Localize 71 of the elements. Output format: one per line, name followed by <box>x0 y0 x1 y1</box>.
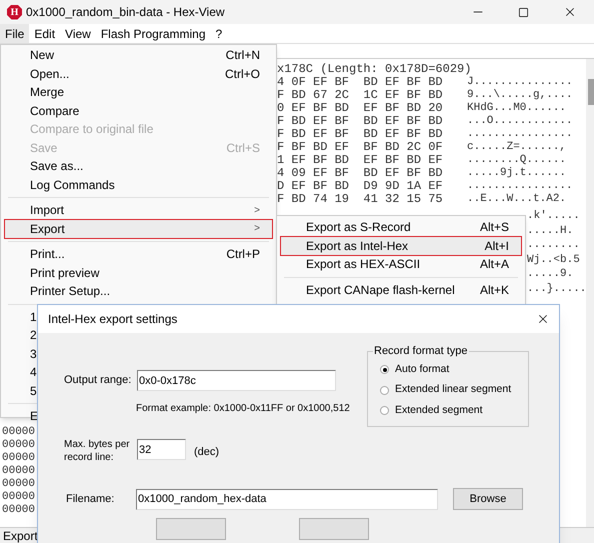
ascii-text: KHdG...M0...... <box>467 102 566 115</box>
hex-text: 00000 <box>2 465 36 478</box>
hex-bytes: F BD EF BF BD EF BF BD <box>277 115 444 128</box>
menu-item[interactable]: Print... Ctrl+P <box>5 245 272 264</box>
menu-bar-item[interactable]: ? <box>210 24 228 43</box>
hex-text: 00000 <box>2 504 36 517</box>
menu-item[interactable]: Export > <box>5 220 272 238</box>
menu-item[interactable]: Log Commands <box>5 176 272 194</box>
ascii-text: ................ <box>467 128 573 141</box>
ascii-text: ........ <box>527 238 580 252</box>
menu-bar-item[interactable]: View <box>60 24 96 43</box>
ascii-text: J............... <box>467 76 573 89</box>
ascii-text: ........Q...... <box>467 154 566 167</box>
ascii-text: Wj..<b.5 <box>527 252 580 267</box>
menu-item[interactable]: Save as... <box>5 157 272 176</box>
menu-item[interactable]: Compare <box>5 102 272 120</box>
menu-bar-item[interactable]: Flash Programming <box>96 24 211 43</box>
hex-bytes: D EF BF BD D9 9D 1A EF <box>277 180 444 193</box>
hex-header: x178C (Length: 0x178D=6029) <box>277 62 472 76</box>
app-logo-icon: H <box>7 4 22 20</box>
hex-text: 00000 <box>2 491 36 504</box>
hex-bytes: 0 EF BF BD EF BF BD 20 <box>277 102 444 115</box>
menu-item[interactable]: Export as Intel-Hex Alt+I <box>281 236 521 255</box>
group-title: Record format type <box>373 345 469 358</box>
ascii-text: 9...\.....g,.... <box>467 89 573 102</box>
ascii-text: .k'..... <box>527 209 580 224</box>
ascii-text: ...O............ <box>467 115 573 128</box>
status-text: Export <box>3 528 38 543</box>
hex-bytes: F BF BD EF BF BD 2C 0F <box>277 141 444 154</box>
ascii-text: .....H. <box>527 224 574 238</box>
menu-bar-item[interactable]: Edit <box>29 24 60 43</box>
hex-bytes: 4 0F EF BF BD EF BF BD <box>277 76 444 89</box>
unit-label: (dec) <box>194 445 220 460</box>
filename-field[interactable]: 0x1000_random_hex-data <box>136 488 438 510</box>
ascii-text: .....9j.t...... <box>467 167 566 180</box>
menu-item[interactable]: Printer Setup... <box>5 282 272 300</box>
output-range-field[interactable]: 0x0-0x178c <box>137 370 336 391</box>
menu-item[interactable]: New Ctrl+N <box>5 46 272 64</box>
hex-text: 00000 <box>2 439 36 452</box>
ascii-text: ................ <box>467 180 573 193</box>
hex-text: 00000 <box>2 426 36 439</box>
hex-text: 00000 <box>2 452 36 465</box>
ascii-text: ...}..... <box>527 282 586 296</box>
radio-option[interactable]: Extended segment <box>380 404 528 418</box>
ascii-text: .....9. <box>527 267 574 282</box>
ascii-text: c.....Z=......, <box>467 141 566 154</box>
menu-item[interactable]: Import > <box>5 201 272 220</box>
menu-item[interactable]: Open... Ctrl+O <box>5 64 272 83</box>
hex-text: 00000 <box>2 478 36 491</box>
menu-item[interactable]: Merge <box>5 83 272 102</box>
radio-option[interactable]: Auto format <box>380 363 528 376</box>
hex-bytes: 4 09 EF BF BD EF BF BD <box>277 167 444 180</box>
max-bytes-field[interactable]: 32 <box>137 439 186 460</box>
hex-bytes: F BD 67 2C 1C EF BF BD <box>277 89 444 102</box>
window-title: 0x1000_random_bin-data - Hex-View <box>26 4 225 21</box>
hex-bytes: F BD 74 19 41 32 15 75 <box>277 193 444 206</box>
menu-bar-item[interactable]: File <box>0 24 30 43</box>
menu-item[interactable]: Export as HEX-ASCII Alt+A <box>281 255 521 274</box>
field-label: Output range: <box>64 373 132 388</box>
browse-button[interactable]: Browse <box>453 488 523 510</box>
hex-bytes: 1 EF BF BD EF BF BD EF <box>277 154 444 167</box>
menu-item[interactable]: Print preview <box>5 264 272 282</box>
field-label: Max. bytes per record line: <box>64 438 131 464</box>
menu-item[interactable]: Export CANape flash-kernel Alt+K <box>281 280 521 299</box>
format-example: Format example: 0x1000-0x11FF or 0x1000,512 <box>136 402 350 416</box>
ascii-text: ..E...W...t.A2. <box>467 193 566 206</box>
radio-option[interactable]: Extended linear segment <box>380 384 528 397</box>
hex-bytes: F BD EF BF BD EF BF BD <box>277 128 444 141</box>
field-label: Filename: <box>66 492 116 507</box>
menu-item[interactable]: Export as S-Record Alt+S <box>281 218 521 236</box>
dialog-title: Intel-Hex export settings <box>48 311 178 328</box>
